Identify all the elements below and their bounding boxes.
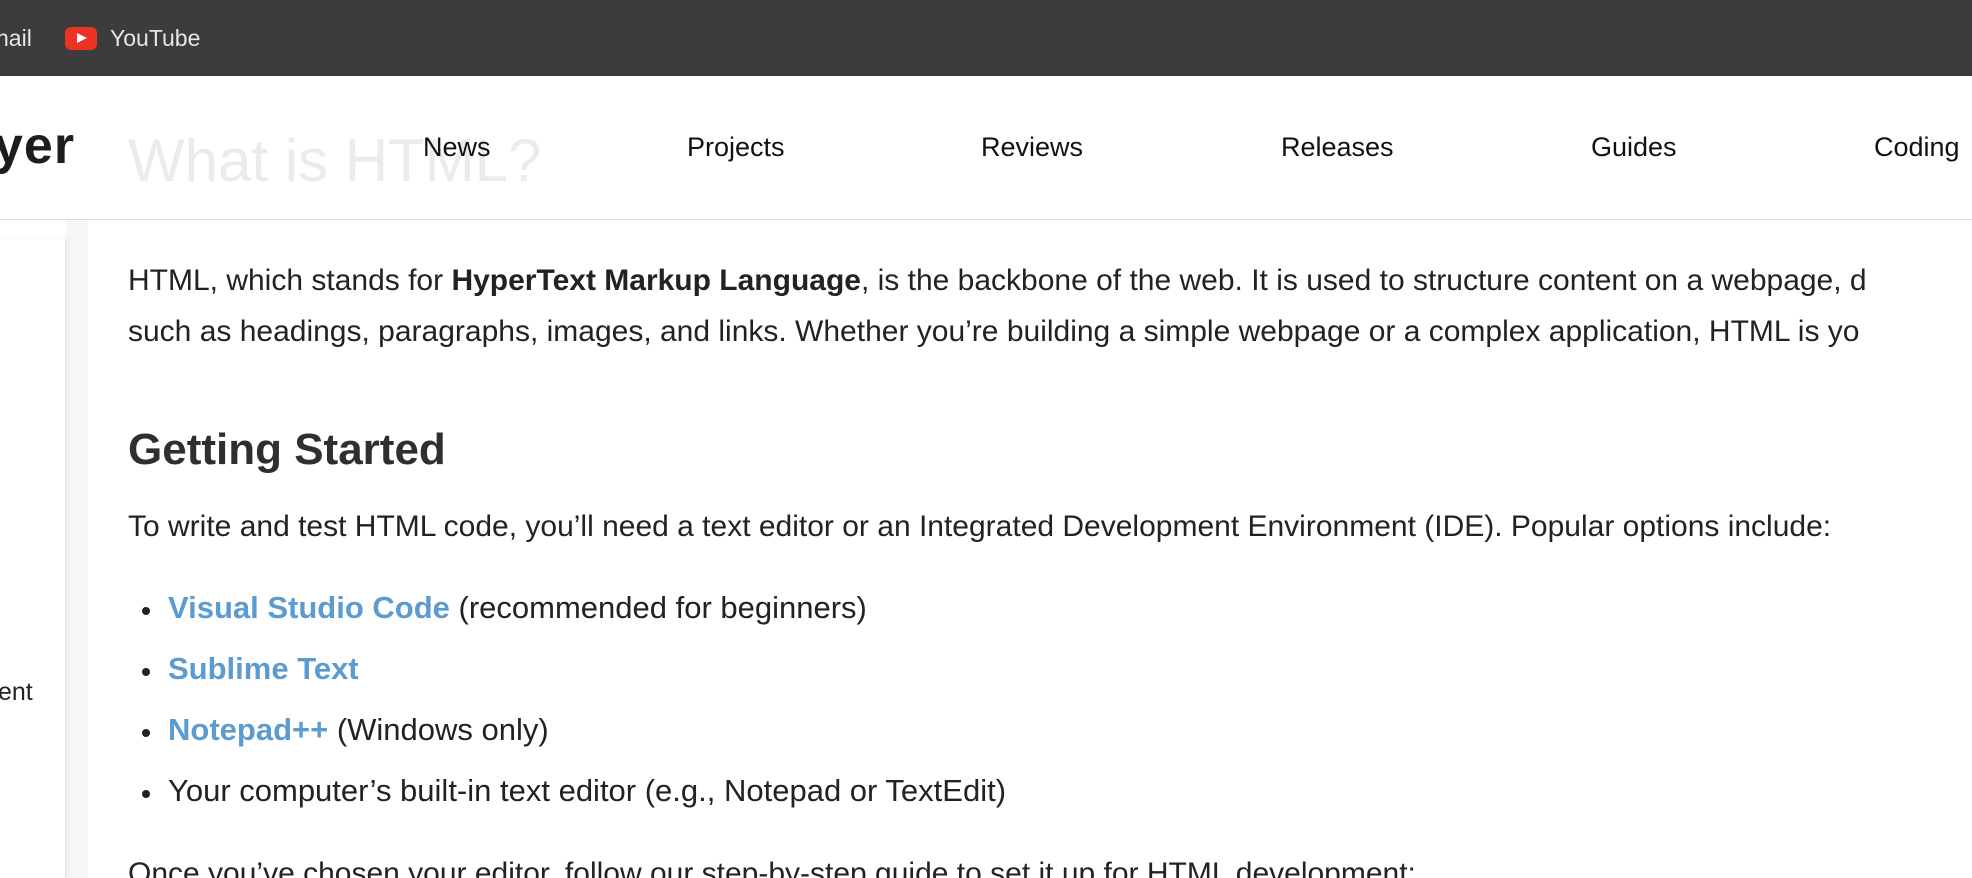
bookmark-gmail-label: nail [0,24,32,51]
sidebar: ent [0,240,66,878]
intro-text-2: , is the backbone of the web. It is used… [860,264,1867,297]
list-item-note: (recommended for beginners) [449,590,867,625]
youtube-icon [65,26,97,50]
section-heading: Getting Started [128,425,446,474]
article-content: HTML, which stands for HyperText Markup … [128,220,1972,878]
list-item-text: Your computer’s built-in text editor (e.… [168,773,1007,808]
lead-paragraph: To write and test HTML code, you’ll need… [128,510,1832,543]
nav-coding[interactable]: Coding [1874,132,1960,163]
intro-paragraph: HTML, which stands for HyperText Markup … [128,255,1972,357]
site-header: yer What is HTML? News Projects Reviews … [0,76,1972,220]
intro-bold-term: HyperText Markup Language [451,264,861,297]
nav-guides[interactable]: Guides [1591,132,1677,163]
intro-text-1: HTML, which stands for [128,264,452,297]
sidebar-gutter [66,220,88,878]
list-item: Sublime Text [128,651,1006,712]
list-item: Visual Studio Code (recommended for begi… [128,590,1006,651]
sidebar-item[interactable]: ent [0,678,33,707]
bookmark-youtube-label: YouTube [110,24,201,51]
nav-reviews[interactable]: Reviews [981,132,1083,163]
intro-text-line2: such as headings, paragraphs, images, an… [128,315,1860,348]
bookmarks-bar: nail YouTube [0,0,1972,76]
site-logo[interactable]: yer [0,116,75,176]
nav-projects[interactable]: Projects [687,132,785,163]
link-visual-studio-code[interactable]: Visual Studio Code [168,590,450,625]
editor-list: Visual Studio Code (recommended for begi… [128,590,1006,834]
list-item: Your computer’s built-in text editor (e.… [128,773,1006,834]
bookmark-youtube[interactable]: YouTube [65,0,200,76]
nav-releases[interactable]: Releases [1281,132,1394,163]
list-item: Notepad++ (Windows only) [128,712,1006,773]
nav-news[interactable]: News [423,132,491,163]
link-notepad-plus-plus[interactable]: Notepad++ [168,712,328,747]
trailing-paragraph: Once you’ve chosen your editor, follow o… [128,857,1416,878]
list-item-note: (Windows only) [328,712,549,747]
link-sublime-text[interactable]: Sublime Text [168,651,359,686]
bookmark-gmail[interactable]: nail [0,0,32,76]
